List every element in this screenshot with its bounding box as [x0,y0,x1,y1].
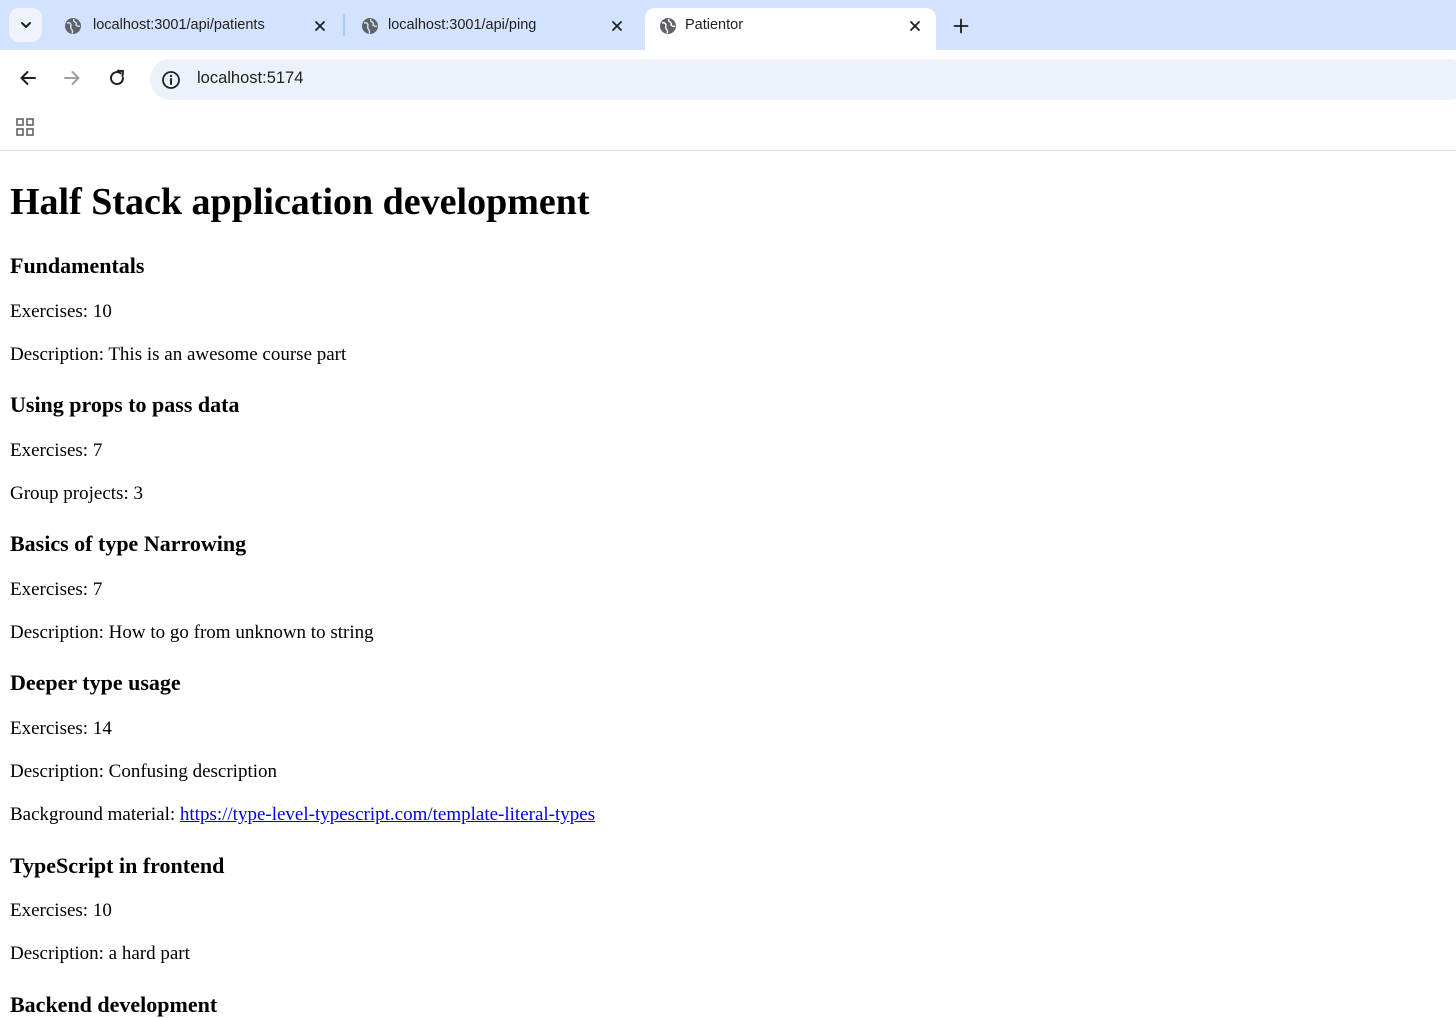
page-content: Half Stack application development Funda… [10,151,1440,1018]
tab-patientor[interactable]: Patientor [645,8,936,50]
tab-title: localhost:3001/api/patients [93,17,265,33]
part-exercises: Exercises: 7 [10,440,103,461]
background-material-link[interactable]: https://type-level-typescript.com/templa… [180,804,595,825]
arrow-left-icon [20,71,36,85]
bookmarks-bar [0,108,1456,151]
part-name: TypeScript in frontend [10,853,225,878]
tab-separator [343,14,345,36]
course-part: Basics of type Narrowing Exercises: 7 De… [10,531,1440,644]
arrow-right-icon [64,71,80,85]
tab-ping[interactable]: localhost:3001/api/ping [347,8,637,50]
info-icon[interactable] [161,70,181,90]
new-tab-button[interactable] [950,15,972,37]
part-exercises: Exercises: 14 [10,718,112,739]
part-name: Deeper type usage [10,670,181,695]
part-description: Description: Confusing description [10,761,278,782]
reload-icon [110,69,125,86]
tab-title: localhost:3001/api/ping [388,17,537,33]
apps-grid-icon[interactable] [15,117,35,137]
part-name: Fundamentals [10,253,145,278]
part-name: Basics of type Narrowing [10,531,247,556]
part-exercises: Exercises: 10 [10,301,112,322]
tab-patients[interactable]: localhost:3001/api/patients [50,8,340,50]
address-bar[interactable]: localhost:5174 [150,59,1456,100]
background-label: Background material: [10,804,180,825]
forward-button[interactable] [60,66,84,90]
reload-button[interactable] [105,66,129,90]
part-exercises: Exercises: 10 [10,900,112,921]
course-part: Backend development [10,992,1440,1018]
plus-icon [953,18,969,34]
course-part: Using props to pass data Exercises: 7 Gr… [10,392,1440,505]
globe-icon [362,18,378,34]
globe-icon [65,18,81,34]
part-background: Background material: https://type-level-… [10,804,1440,826]
tab-search-button[interactable] [9,8,42,42]
tab-strip: localhost:3001/api/patients localhost:30… [0,0,1456,50]
chevron-down-icon [20,22,31,28]
close-icon[interactable] [608,17,626,35]
part-name: Using props to pass data [10,392,240,417]
browser-toolbar: localhost:5174 [0,50,1456,108]
course-part: Deeper type usage Exercises: 14 Descript… [10,670,1440,826]
part-group-projects: Group projects: 3 [10,483,143,504]
close-icon[interactable] [311,17,329,35]
part-name: Backend development [10,992,218,1017]
course-part: TypeScript in frontend Exercises: 10 Des… [10,853,1440,965]
url-text[interactable]: localhost:5174 [197,69,303,88]
back-button[interactable] [16,66,40,90]
globe-icon [660,18,676,34]
part-exercises: Exercises: 7 [10,579,103,600]
part-description: Description: a hard part [10,943,190,964]
page-title: Half Stack application development [10,181,590,223]
course-part: Fundamentals Exercises: 10 Description: … [10,253,1440,366]
tab-title: Patientor [685,17,744,33]
close-icon[interactable] [906,17,924,35]
part-description: Description: This is an awesome course p… [10,344,347,365]
part-description: Description: How to go from unknown to s… [10,622,374,643]
